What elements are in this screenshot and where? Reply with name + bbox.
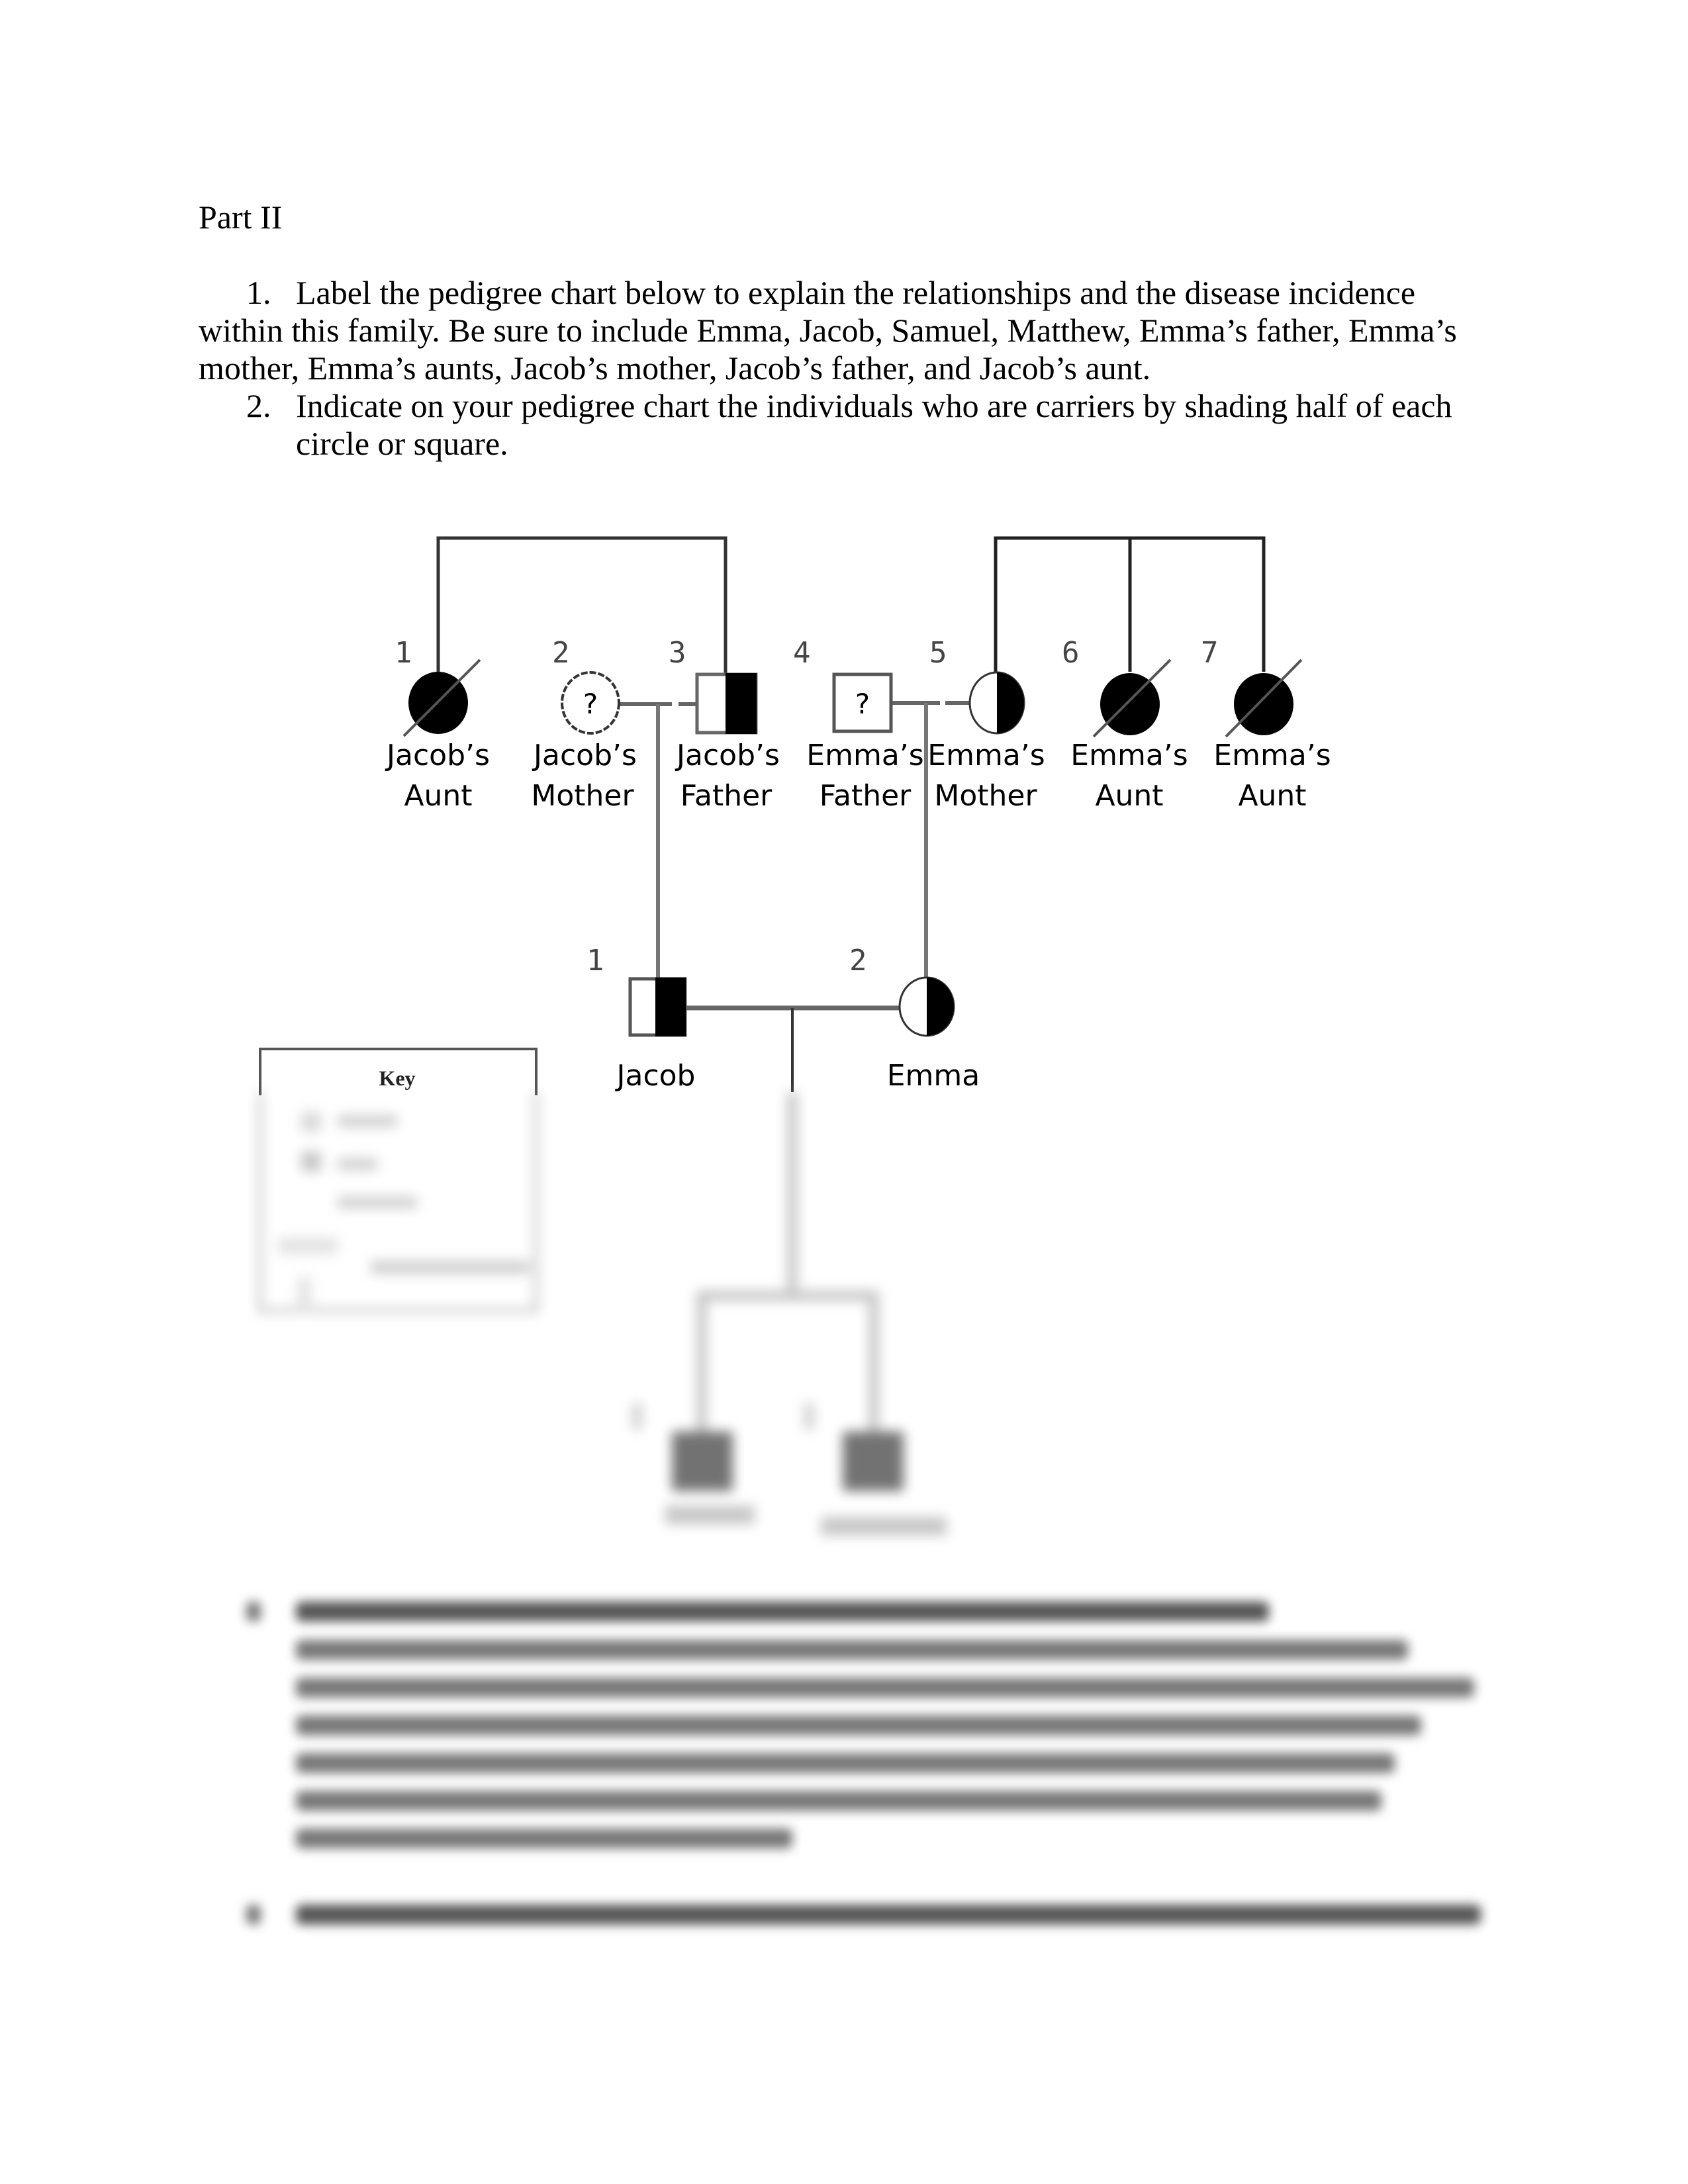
obscured-answer-line <box>296 1829 792 1848</box>
obscured-question-text <box>296 1602 1269 1621</box>
obscured-question-number <box>246 1602 261 1621</box>
obscured-question-number <box>246 1905 261 1925</box>
obscured-answer-line <box>296 1791 1382 1811</box>
obscured-answer-line <box>296 1678 1474 1698</box>
obscured-answer-line <box>296 1640 1408 1660</box>
obscured-question-text <box>296 1905 1481 1925</box>
obscured-answer-line <box>296 1753 1395 1773</box>
obscured-answer-line <box>296 1715 1421 1735</box>
obscured-questions <box>0 0 1688 2184</box>
